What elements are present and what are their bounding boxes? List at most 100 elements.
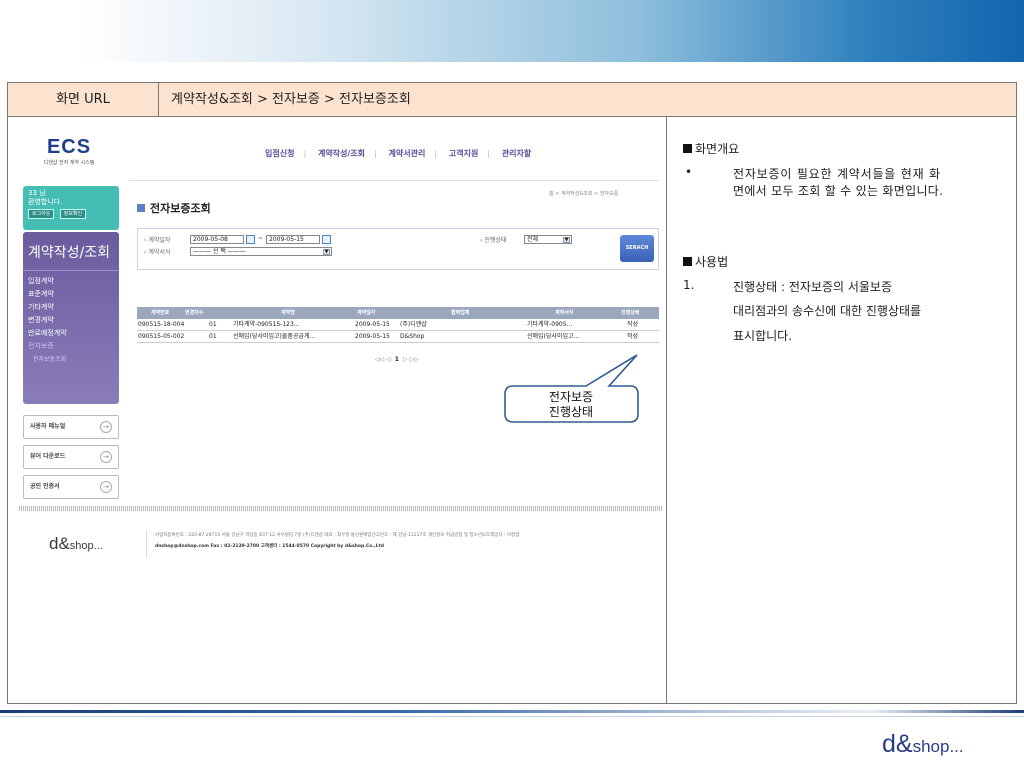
page-title: 전자보증조회 [137, 200, 211, 216]
usage-text: 1. 진행상태 : 전자보증의 서울보증 대리점과의 송수신에 대한 진행상태를… [683, 278, 1003, 348]
logo-text: ECS [46, 136, 92, 158]
cell-contract-no[interactable]: 090515-18-004 [138, 319, 184, 331]
arrow-right-icon: → [100, 421, 112, 433]
ecs-logo[interactable]: ECS 디앤샵 전자 계약 시스템 [39, 136, 99, 166]
sidebar-item-entry[interactable]: 입점계약 [23, 275, 119, 288]
description-panel: 화면개요 • 전자보증이 필요한 계약서들을 현재 화 면에서 모두 조회 할 … [683, 140, 1003, 348]
sidebar: 계약작성/조회 입점계약 표준계약 기타계약 변경계약 만료예정계약 전자보증 … [23, 232, 119, 404]
overview-line-1: 전자보증이 필요한 계약서들을 현재 화 [733, 167, 941, 181]
top-gradient-band [0, 0, 1024, 62]
bottom-rule [0, 710, 1024, 713]
cell-status: 작성 [627, 333, 639, 340]
usage-line-1: 진행상태 : 전자보증의 서울보증 [733, 280, 893, 294]
cell-status: 작성 [627, 321, 639, 328]
form-select[interactable]: ——— 선 택 ——— ▼ [190, 247, 332, 256]
url-path: 계약작성&조회 > 전자보증 > 전자보증조회 [171, 92, 411, 107]
cell-form: 선매입(당사미입고... [527, 333, 580, 340]
overview-heading: 화면개요 [683, 140, 1003, 157]
date-label: › 계약일자 [144, 237, 171, 244]
cell-contract-name[interactable]: 기타계약-090515-123... [233, 319, 300, 331]
breadcrumb: 홈 > 계약작성&조회 > 전자보증 [549, 191, 619, 197]
header-contract-no: 계약번호 [151, 310, 170, 316]
pager-next[interactable]: ▷ ▷▷ [403, 356, 419, 363]
gnb-item-apply[interactable]: 입점신청 [265, 149, 294, 158]
manual-label: 사용자 메뉴얼 [30, 423, 66, 430]
header-contract-date: 계약일자 [357, 310, 376, 316]
welcome-greeting: 환영합니다. [28, 198, 63, 206]
cell-contract-name[interactable]: 선매입(당사미입고)물품공급계... [233, 331, 315, 343]
footer-logo: d&shop... [49, 534, 103, 553]
square-bullet-icon [683, 144, 692, 153]
page-title-text: 전자보증조회 [150, 202, 211, 215]
pager-prev[interactable]: ◁◁ ◁ [375, 356, 391, 363]
certificate-box[interactable]: 공인 인증서 → [23, 475, 119, 499]
calendar-icon[interactable] [322, 235, 331, 244]
url-label: 화면 URL [8, 83, 159, 116]
overview-text: • 전자보증이 필요한 계약서들을 현재 화 면에서 모두 조회 할 수 있는 … [683, 165, 1003, 203]
sidebar-subitem-guarantee-search[interactable]: 전자보증조회 [23, 353, 119, 366]
table-row[interactable]: 090515-05-002 01 선매입(당사미입고)물품공급계... 2009… [137, 331, 659, 343]
manual-box[interactable]: 사용자 메뉴얼 → [23, 415, 119, 439]
viewer-download-box[interactable]: 뷰어 다운로드 → [23, 445, 119, 469]
welcome-box: 33 님 환영합니다. 로그아웃 정보확인 [23, 186, 119, 230]
sidebar-item-expiring[interactable]: 만료예정계약 [23, 327, 119, 340]
url-row: 화면 URL 계약작성&조회 > 전자보증 > 전자보증조회 [8, 83, 1016, 117]
arrow-right-icon: → [100, 481, 112, 493]
chevron-down-icon: ▼ [323, 249, 330, 255]
status-select-value: 전체 [527, 236, 539, 243]
usage-number: 1. [683, 278, 695, 292]
logo-subtitle: 디앤샵 전자 계약 시스템 [43, 160, 95, 166]
gnb-item-manage[interactable]: 계약서관리 [389, 149, 426, 158]
cell-form: 기타계약-0905... [527, 321, 573, 328]
form-label: › 계약서식 [144, 249, 171, 256]
callout-line1: 전자보증 [549, 390, 593, 404]
form-select-value: ——— 선 택 ——— [193, 248, 246, 255]
cell-revision: 01 [209, 333, 217, 340]
gnb-item-support[interactable]: 고객지원 [449, 149, 478, 158]
title-bullet-icon [137, 204, 145, 212]
sidebar-item-standard[interactable]: 표준계약 [23, 288, 119, 301]
sidebar-item-change[interactable]: 변경계약 [23, 314, 119, 327]
footer-divider [19, 506, 663, 511]
usage-line-2: 대리점과의 송수신에 대한 진행상태를 [733, 304, 922, 318]
search-button[interactable]: SERACH [620, 235, 654, 262]
pager-current[interactable]: 1 [395, 356, 399, 363]
bottom-rule-thin [0, 716, 1024, 717]
gnb-separator: | [487, 149, 491, 158]
date-separator: ~ [258, 235, 264, 242]
square-bullet-icon [683, 257, 692, 266]
welcome-user: 33 님 [28, 189, 46, 197]
cell-partner: D&Shop [400, 333, 425, 340]
screen-capture: ECS 디앤샵 전자 계약 시스템 입점신청 | 계약작성/조회 | 계약서관리 | … [9, 118, 665, 704]
viewer-download-label: 뷰어 다운로드 [30, 453, 66, 460]
info-button[interactable]: 정보확인 [59, 209, 87, 219]
cell-contract-no[interactable]: 090515-05-002 [138, 331, 184, 343]
header-contract-name: 계약명 [281, 310, 295, 316]
usage-heading: 사용법 [683, 253, 1003, 270]
header-partner: 협력업체 [451, 310, 470, 316]
date-to-input[interactable]: 2009-05-15 [266, 235, 320, 244]
usage-line-3: 표시합니다. [733, 329, 793, 343]
footer-separator [146, 530, 147, 558]
sidebar-title: 계약작성/조회 [23, 232, 119, 271]
calendar-icon[interactable] [246, 235, 255, 244]
gnb-item-contract[interactable]: 계약작성/조회 [318, 149, 365, 158]
gnb-separator: | [303, 149, 307, 158]
pagination: ◁◁ ◁ 1 ▷ ▷▷ [375, 356, 419, 363]
header-revision: 변경차수 [185, 310, 204, 316]
search-panel: › 계약일자 2009-05-08 ~ 2009-05-15 › 계약서식 ——… [137, 228, 659, 270]
date-from-input[interactable]: 2009-05-08 [190, 235, 244, 244]
callout-line2: 진행상태 [549, 404, 593, 419]
status-select[interactable]: 전체 ▼ [524, 235, 572, 244]
global-nav: 입점신청 | 계약작성/조회 | 계약서관리 | 고객지원 | 관리자할 [265, 148, 540, 159]
overview-bullet: • [685, 165, 693, 179]
logout-button[interactable]: 로그아웃 [28, 209, 55, 219]
sidebar-item-guarantee[interactable]: 전자보증 [23, 340, 119, 353]
gnb-separator: | [374, 149, 377, 158]
footer-company-info: 사업자등록번호 : 220-87-28715 서울 강남구 역삼동 837-12… [155, 533, 520, 538]
table-row[interactable]: 090515-18-004 01 기타계약-090515-123... 2009… [137, 319, 659, 331]
gnb-item-admin[interactable]: 관리자할 [502, 149, 531, 158]
sidebar-item-other[interactable]: 기타계약 [23, 301, 119, 314]
nav-divider [129, 180, 659, 181]
chevron-down-icon: ▼ [563, 237, 570, 243]
